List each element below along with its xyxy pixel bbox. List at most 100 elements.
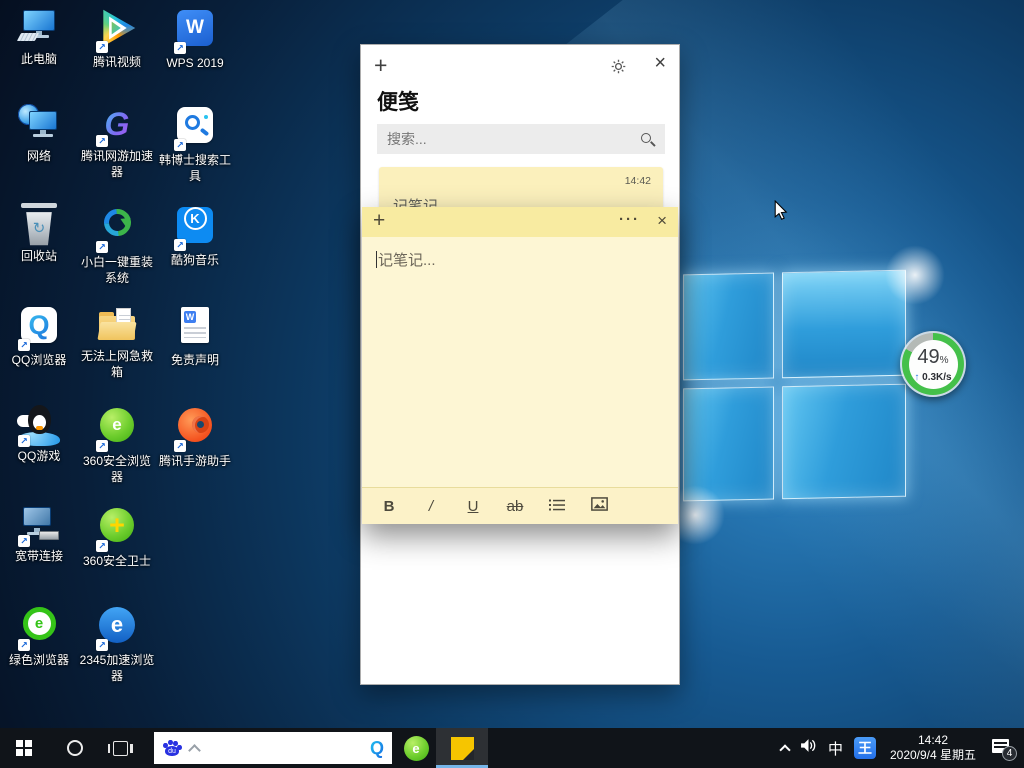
note-edit-area[interactable]: 记笔记... [362, 237, 678, 487]
search-input[interactable] [377, 124, 665, 154]
mouse-cursor [774, 200, 788, 225]
logo-pane [683, 272, 774, 380]
desktop: 此电脑↗腾讯视频W↗WPS 2019网络G↗腾讯网游加速器↗韩博士搜索工具↻回收… [0, 0, 1024, 768]
windows-hero-logo [683, 270, 910, 506]
desktop-icon-kugou-music[interactable]: K↗酷狗音乐 [156, 203, 234, 269]
xiaobai-reinstall-icon: ↗ [95, 209, 139, 253]
taskbar-sticky-notes-active[interactable] [436, 728, 488, 768]
desktop-icon-360-guard[interactable]: +↗ 360安全卫士 [78, 503, 156, 570]
note-timestamp: 14:42 [625, 175, 651, 187]
logo-pane [782, 384, 906, 500]
desktop-icon-tencent-gamepad[interactable]: ↗ 腾讯手游助手 [156, 403, 234, 470]
tray-chevron-icon[interactable] [779, 744, 790, 755]
360-browser-icon: e↗ [95, 408, 139, 452]
ime-language-indicator[interactable]: 中 [828, 738, 843, 759]
settings-gear-icon[interactable] [610, 58, 627, 75]
shortcut-arrow-icon: ↗ [96, 440, 108, 452]
recycle-bin-icon: ↻ [17, 203, 61, 247]
desktop-icon-label: 网络 [0, 149, 78, 165]
chevron-up-icon[interactable] [188, 744, 201, 757]
broadband-icon: ↗ [17, 503, 61, 547]
desktop-icon-recycle-bin[interactable]: ↻ 回收站 [0, 203, 78, 265]
memory-percent: 49% [909, 347, 958, 371]
search-icon[interactable] [641, 133, 653, 145]
start-button[interactable] [0, 728, 48, 768]
up-arrow-icon: ↑ [914, 372, 919, 383]
close-icon[interactable]: × [657, 211, 667, 231]
desktop-icon-wps-2019[interactable]: W↗ WPS 2019 [156, 6, 234, 72]
shortcut-arrow-icon: ↗ [174, 239, 186, 251]
system-tray: 中 王 14:42 2020/9/4 星期五 4 [781, 728, 1024, 768]
bullet-list-button[interactable] [536, 498, 578, 515]
hanboshi-search-icon: ↗ [173, 107, 217, 151]
note-titlebar[interactable]: + ··· × [362, 207, 678, 237]
bold-button[interactable]: B [368, 498, 410, 515]
taskbar-360-browser[interactable]: e [396, 728, 436, 768]
tencent-gamepad-icon: ↗ [173, 408, 217, 452]
shortcut-arrow-icon: ↗ [96, 41, 108, 53]
desktop-icon-broadband[interactable]: ↗ 宽带连接 [0, 503, 78, 565]
task-view-icon [113, 741, 128, 756]
desktop-icon-game-booster[interactable]: G↗腾讯网游加速器 [78, 103, 156, 180]
cortana-button[interactable] [56, 728, 94, 768]
add-note-button[interactable]: + [374, 52, 387, 79]
shortcut-arrow-icon: ↗ [174, 42, 186, 54]
underline-button[interactable]: U [452, 498, 494, 515]
360-browser-icon: e [404, 736, 429, 761]
taskbar-search-box[interactable]: du Q [154, 732, 392, 764]
speed-ball-face: 49% ↑ 0.3K/s [909, 340, 958, 389]
desktop-icon-label: 宽带连接 [0, 549, 78, 565]
2345-browser-icon: e↗ [95, 607, 139, 651]
desktop-icon-label: 此电脑 [0, 52, 78, 68]
add-note-button[interactable]: + [373, 209, 385, 233]
desktop-icon-label: 2345加速浏览器 [78, 653, 156, 684]
desktop-icon-tencent-video[interactable]: ↗腾讯视频 [78, 6, 156, 71]
desktop-icon-label: 免责声明 [156, 353, 234, 369]
image-button[interactable] [578, 497, 620, 515]
clock[interactable]: 14:42 2020/9/4 星期五 [887, 733, 979, 763]
desktop-icon-label: 360安全卫士 [78, 554, 156, 570]
360-guard-icon: +↗ [95, 508, 139, 552]
desktop-icon-label: 无法上网急救箱 [78, 349, 156, 380]
shortcut-arrow-icon: ↗ [18, 435, 30, 447]
text-caret [376, 251, 377, 268]
desktop-icon-qq-games[interactable]: ↗ QQ游戏 [0, 403, 78, 465]
desktop-icon-label: 回收站 [0, 249, 78, 265]
desktop-icon-label: 360安全浏览器 [78, 454, 156, 485]
windows-logo-icon [16, 740, 32, 756]
green-browser-icon: e↗ [17, 607, 61, 651]
ime-wang-icon[interactable]: 王 [854, 737, 876, 759]
sticky-notes-icon [451, 737, 474, 760]
desktop-icon-360-browser[interactable]: e↗360安全浏览器 [78, 403, 156, 485]
tray-time: 14:42 [887, 733, 979, 748]
strikethrough-button[interactable]: ab [494, 498, 536, 515]
volume-icon[interactable] [800, 738, 817, 758]
desktop-icon-label: QQ游戏 [0, 449, 78, 465]
shortcut-arrow-icon: ↗ [18, 535, 30, 547]
desktop-icon-qq-browser[interactable]: Q↗QQ浏览器 [0, 303, 78, 369]
qq-games-icon: ↗ [17, 403, 61, 447]
desktop-icon-network[interactable]: 网络 [0, 103, 78, 165]
shortcut-arrow-icon: ↗ [174, 440, 186, 452]
notification-badge: 4 [1002, 746, 1017, 761]
desktop-icon-green-browser[interactable]: e↗绿色浏览器 [0, 603, 78, 669]
speed-ball-widget[interactable]: 49% ↑ 0.3K/s [900, 331, 966, 397]
italic-button[interactable]: / [410, 498, 452, 515]
wps-2019-icon: W↗ [173, 10, 217, 54]
desktop-icon-network-firstaid[interactable]: 无法上网急救箱 [78, 303, 156, 380]
shortcut-arrow-icon: ↗ [96, 540, 108, 552]
menu-dots-icon[interactable]: ··· [619, 211, 640, 228]
desktop-icon-hanboshi-search[interactable]: ↗韩博士搜索工具 [156, 103, 234, 184]
game-booster-icon: G↗ [95, 103, 139, 147]
desktop-icon-2345-browser[interactable]: e↗2345加速浏览器 [78, 603, 156, 684]
disclaimer-icon: W [173, 307, 217, 351]
desktop-icon-label: WPS 2019 [156, 56, 234, 72]
close-button[interactable]: × [654, 52, 666, 75]
kugou-music-icon: K↗ [173, 207, 217, 251]
desktop-icon-xiaobai-reinstall[interactable]: ↗小白一键重装系统 [78, 203, 156, 286]
desktop-icon-label: 腾讯手游助手 [156, 454, 234, 470]
task-view-button[interactable] [100, 728, 140, 768]
desktop-icon-disclaimer[interactable]: W 免责声明 [156, 303, 234, 369]
desktop-icon-this-pc[interactable]: 此电脑 [0, 6, 78, 68]
action-center-button[interactable]: 4 [992, 738, 1014, 758]
